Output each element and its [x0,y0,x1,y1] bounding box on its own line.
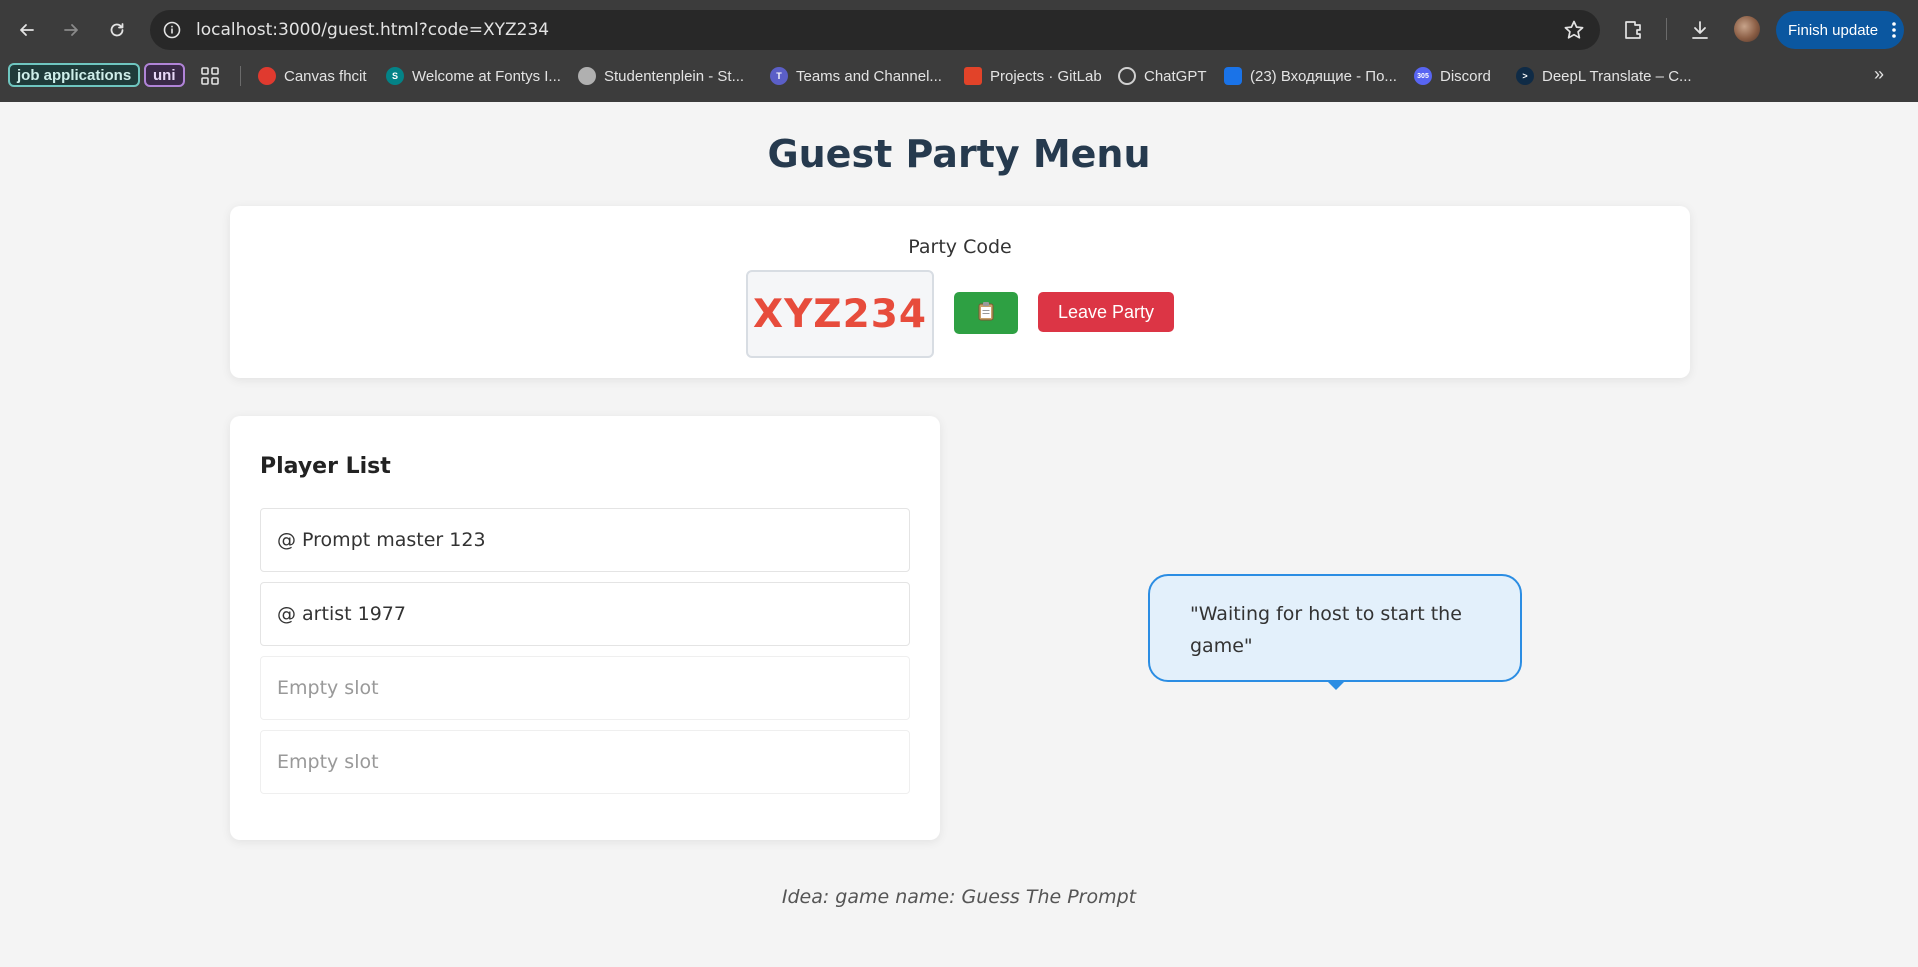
player-slot: @ artist 1977 [260,582,910,646]
empty-player-slot: Empty slot [260,730,910,794]
gitlab-icon [964,67,982,85]
back-icon[interactable] [10,13,44,47]
bookmark-discord[interactable]: 305 Discord [1414,64,1491,88]
bookmark-label: Welcome at Fontys I... [412,67,561,85]
bookmarks-overflow-icon[interactable]: » [1874,64,1884,85]
player-slot: @ Prompt master 123 [260,508,910,572]
leave-party-button[interactable]: Leave Party [1038,292,1174,332]
extensions-icon[interactable] [1620,16,1648,44]
waiting-message: "Waiting for host to start the game" [1190,603,1462,657]
bookmark-label: Canvas fhcit [284,67,367,85]
bookmark-group-job-applications[interactable]: job applications [8,63,141,87]
sharepoint-icon: S [386,67,404,85]
finish-update-label: Finish update [1788,21,1879,39]
browser-chrome: localhost:3000/guest.html?code=XYZ234 Fi… [0,0,1918,102]
bookmark-label: DeepL Translate – C... [1542,67,1692,85]
browser-toolbar: localhost:3000/guest.html?code=XYZ234 Fi… [0,0,1918,60]
player-list-card: Player List @ Prompt master 123 @ artist… [230,416,940,840]
idea-note: Idea: game name: Guess The Prompt [781,886,1137,908]
clipboard-icon [977,301,995,325]
waiting-speech-bubble: "Waiting for host to start the game" [1148,574,1522,682]
page-title: Guest Party Menu [767,132,1151,176]
url-text[interactable]: localhost:3000/guest.html?code=XYZ234 [196,20,549,40]
copy-code-button[interactable] [954,292,1018,334]
download-icon[interactable] [1686,16,1714,44]
chatgpt-icon [1118,67,1136,85]
mail-icon [1224,67,1242,85]
bookmark-label: Projects · GitLab [990,67,1102,85]
bookmark-teams[interactable]: T Teams and Channel... [770,64,942,88]
party-code-card: Party Code XYZ234 Leave Party [230,206,1690,378]
bookmark-fontys[interactable]: S Welcome at Fontys I... [386,64,561,88]
party-code-label: Party Code [908,236,1012,258]
speech-bubble-tail [1326,680,1346,690]
bookmark-studentenplein[interactable]: Studentenplein - St... [578,64,744,88]
reload-icon[interactable] [100,13,134,47]
bookmarks-divider [240,66,241,86]
bookmark-deepl[interactable]: > DeepL Translate – C... [1516,64,1692,88]
bookmarks-bar: job applications uni Canvas fhcit S Welc… [0,60,1918,102]
canvas-icon [258,67,276,85]
globe-icon [578,67,596,85]
forward-icon[interactable] [54,13,88,47]
finish-update-button[interactable]: Finish update [1776,11,1904,49]
player-list-title: Player List [260,454,391,479]
bookmark-label: Teams and Channel... [796,67,942,85]
bookmark-star-icon[interactable] [1562,18,1586,42]
party-code-value: XYZ234 [746,270,934,358]
bookmark-label: Studentenplein - St... [604,67,745,85]
bookmark-label: Discord [1440,67,1491,85]
bookmark-gitlab[interactable]: Projects · GitLab [964,64,1102,88]
bookmark-mail[interactable]: (23) Входящие - По... [1224,64,1397,88]
profile-avatar[interactable] [1734,16,1760,42]
bookmark-label: (23) Входящие - По... [1250,67,1397,85]
page-content: Guest Party Menu Party Code XYZ234 Leave… [0,102,1918,967]
teams-icon: T [770,67,788,85]
address-bar[interactable]: localhost:3000/guest.html?code=XYZ234 [150,10,1600,50]
apps-grid-icon[interactable] [200,66,220,86]
bookmark-group-uni[interactable]: uni [144,63,185,87]
more-menu-icon[interactable] [1892,21,1896,43]
discord-icon: 305 [1414,67,1432,85]
empty-player-slot: Empty slot [260,656,910,720]
deepl-icon: > [1516,67,1534,85]
bookmark-chatgpt[interactable]: ChatGPT [1118,64,1207,88]
bookmark-canvas[interactable]: Canvas fhcit [258,64,367,88]
site-info-icon[interactable] [158,16,186,44]
toolbar-divider [1666,18,1667,40]
bookmark-label: ChatGPT [1144,67,1207,85]
